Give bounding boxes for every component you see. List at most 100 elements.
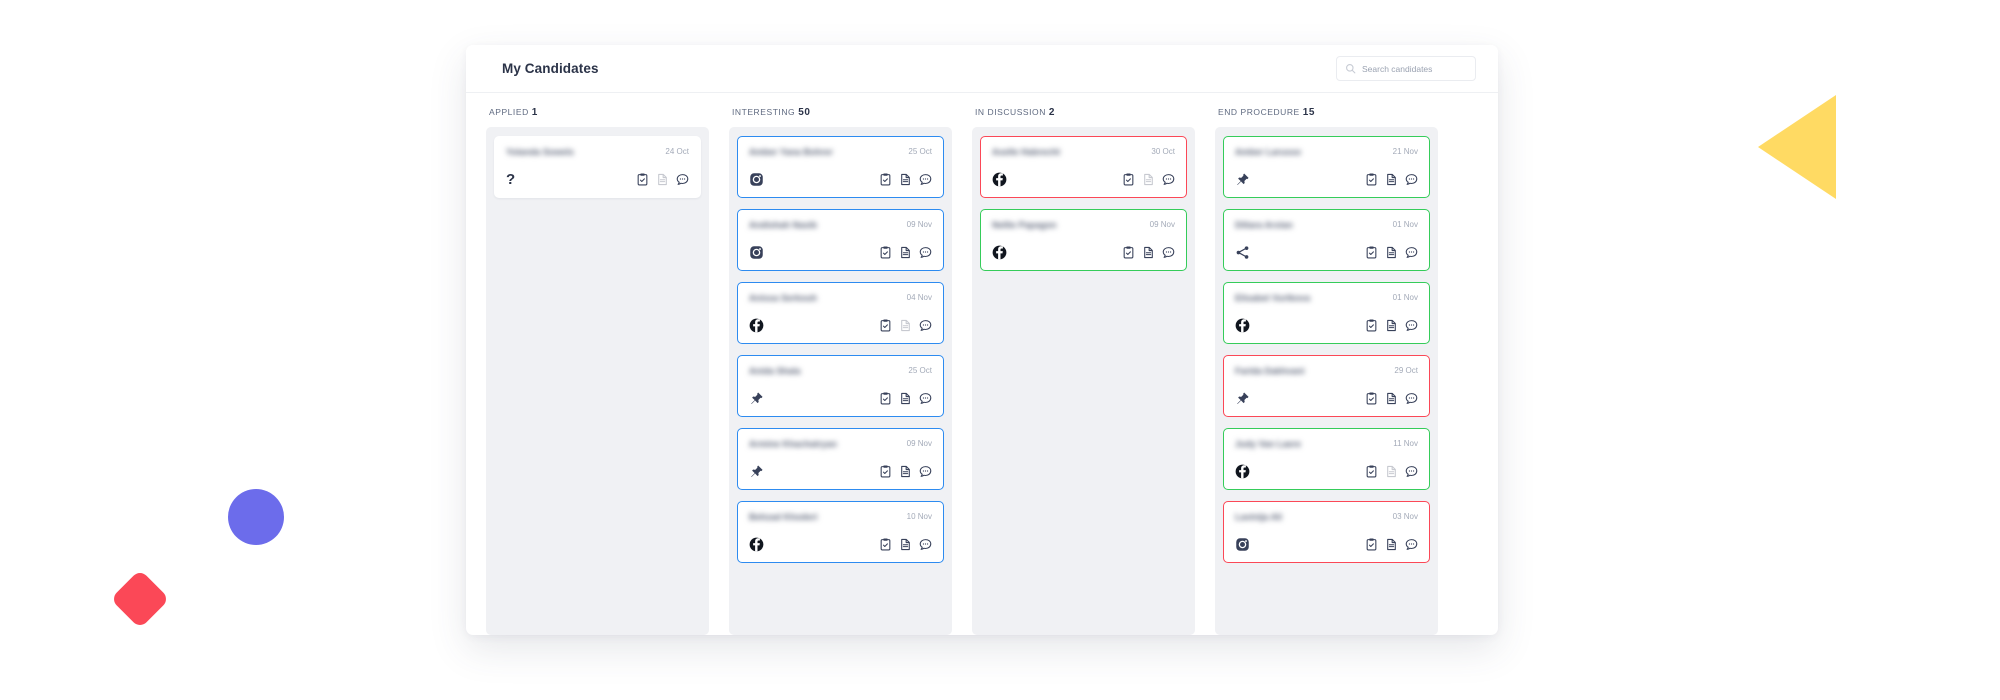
comment-icon[interactable] <box>1162 173 1175 186</box>
clipboard-check-icon[interactable] <box>879 246 892 259</box>
comment-icon[interactable] <box>919 246 932 259</box>
column-count: 2 <box>1048 107 1056 118</box>
document-icon[interactable] <box>899 392 912 405</box>
document-icon[interactable] <box>1385 246 1398 259</box>
document-icon[interactable] <box>899 319 912 332</box>
candidate-card[interactable]: Lavinija Ali 03 Nov <box>1223 501 1430 563</box>
card-top-row: Elisabet Vurtkova 01 Nov <box>1235 292 1418 304</box>
document-icon[interactable] <box>1385 173 1398 186</box>
candidate-date: 25 Oct <box>908 366 932 375</box>
candidate-date: 11 Nov <box>1393 439 1418 448</box>
search-input[interactable] <box>1362 63 1467 74</box>
comment-icon[interactable] <box>1405 465 1418 478</box>
document-icon[interactable] <box>1385 319 1398 332</box>
candidate-name: Armine Khachatryan <box>749 439 838 449</box>
facebook-icon <box>1235 318 1250 333</box>
comment-icon[interactable] <box>919 173 932 186</box>
card-actions <box>879 246 932 259</box>
pin-icon <box>1237 392 1249 404</box>
clipboard-check-icon[interactable] <box>1365 465 1378 478</box>
column-count: 15 <box>1302 107 1316 118</box>
instagram-icon <box>750 246 763 259</box>
clipboard-check-icon[interactable] <box>1122 246 1135 259</box>
card-top-row: Armine Khachatryan 09 Nov <box>749 438 932 450</box>
card-bottom-row <box>749 318 932 333</box>
document-icon[interactable] <box>1385 392 1398 405</box>
comment-icon[interactable] <box>919 465 932 478</box>
comment-icon[interactable] <box>1405 392 1418 405</box>
card-top-row: Yolanda Sowels 24 Oct <box>506 146 689 158</box>
candidate-card[interactable]: Judy Van Laere 11 Nov <box>1223 428 1430 490</box>
document-icon[interactable] <box>1385 465 1398 478</box>
kanban-column: INTERESTING 50 Amber Yana Bohrer 25 Oct Andi… <box>729 107 952 635</box>
candidate-card[interactable]: Nellie Papagon 09 Nov <box>980 209 1187 271</box>
candidate-card[interactable]: Armine Khachatryan 09 Nov <box>737 428 944 490</box>
facebook-icon <box>1235 464 1250 479</box>
column-card-list: Amber Yana Bohrer 25 Oct Andishah Nasib 09 … <box>729 127 952 635</box>
clipboard-check-icon[interactable] <box>1365 319 1378 332</box>
comment-icon[interactable] <box>1405 246 1418 259</box>
document-icon[interactable] <box>899 465 912 478</box>
clipboard-check-icon[interactable] <box>1365 173 1378 186</box>
candidate-card[interactable]: Amber Yana Bohrer 25 Oct <box>737 136 944 198</box>
candidate-card[interactable]: Elisabet Vurtkova 01 Nov <box>1223 282 1430 344</box>
comment-icon[interactable] <box>1162 246 1175 259</box>
document-icon[interactable] <box>899 173 912 186</box>
document-icon[interactable] <box>1142 246 1155 259</box>
comment-icon[interactable] <box>919 538 932 551</box>
clipboard-check-icon[interactable] <box>879 392 892 405</box>
clipboard-check-icon[interactable] <box>1365 246 1378 259</box>
card-actions <box>636 173 689 186</box>
clipboard-check-icon[interactable] <box>879 173 892 186</box>
candidates-panel: My Candidates APPLIED1 Yolanda Sowels 24 O… <box>466 45 1498 635</box>
candidate-date: 10 Nov <box>906 512 932 521</box>
clipboard-check-icon[interactable] <box>1365 538 1378 551</box>
facebook-icon <box>992 172 1007 187</box>
document-icon[interactable] <box>1142 173 1155 186</box>
candidate-card[interactable]: Anissa Serkouh 04 Nov <box>737 282 944 344</box>
document-icon[interactable] <box>899 246 912 259</box>
card-bottom-row <box>749 537 932 552</box>
clipboard-check-icon[interactable] <box>879 538 892 551</box>
card-top-row: Nellie Papagon 09 Nov <box>992 219 1175 231</box>
card-bottom-row <box>1235 245 1418 260</box>
candidate-name: Elisabet Vurtkova <box>1235 293 1311 303</box>
card-bottom-row <box>992 245 1175 260</box>
column-header: APPLIED 1 <box>486 107 709 118</box>
candidate-card[interactable]: Farida Dakhvani 29 Oct <box>1223 355 1430 417</box>
card-actions <box>879 465 932 478</box>
page-title: My Candidates <box>502 61 599 76</box>
clipboard-check-icon[interactable] <box>1365 392 1378 405</box>
comment-icon[interactable] <box>1405 173 1418 186</box>
comment-icon[interactable] <box>1405 538 1418 551</box>
comment-icon[interactable] <box>1405 319 1418 332</box>
clipboard-check-icon[interactable] <box>636 173 649 186</box>
candidate-card[interactable]: Andishah Nasib 09 Nov <box>737 209 944 271</box>
candidate-date: 09 Nov <box>1149 220 1175 229</box>
document-icon[interactable] <box>656 173 669 186</box>
comment-icon[interactable] <box>919 319 932 332</box>
candidate-card[interactable]: Anida Shala 25 Oct <box>737 355 944 417</box>
document-icon[interactable] <box>1385 538 1398 551</box>
panel-header: My Candidates <box>466 45 1498 93</box>
document-icon[interactable] <box>899 538 912 551</box>
card-actions <box>1122 246 1175 259</box>
kanban-board: APPLIED 1 Yolanda Sowels 24 Oct? INTERESTING… <box>466 93 1498 635</box>
candidate-card[interactable]: Diliara Arslan 01 Nov <box>1223 209 1430 271</box>
column-label: IN DISCUSSION <box>975 107 1046 117</box>
candidate-date: 09 Nov <box>906 439 932 448</box>
candidate-name: Nellie Papagon <box>992 220 1057 230</box>
candidate-card[interactable]: Yolanda Sowels 24 Oct? <box>494 136 701 198</box>
clipboard-check-icon[interactable] <box>879 319 892 332</box>
candidate-date: 03 Nov <box>1392 512 1418 521</box>
kanban-column: APPLIED 1 Yolanda Sowels 24 Oct? <box>486 107 709 635</box>
comment-icon[interactable] <box>676 173 689 186</box>
search-box[interactable] <box>1336 56 1476 81</box>
clipboard-check-icon[interactable] <box>1122 173 1135 186</box>
candidate-card[interactable]: Amber Larusso 21 Nov <box>1223 136 1430 198</box>
clipboard-check-icon[interactable] <box>879 465 892 478</box>
comment-icon[interactable] <box>919 392 932 405</box>
candidate-card[interactable]: Behzad Khoderi 10 Nov <box>737 501 944 563</box>
kanban-column: END PROCEDURE 15 Amber Larusso 21 Nov Diliar… <box>1215 107 1438 635</box>
candidate-card[interactable]: Axelle Habrecht 30 Oct <box>980 136 1187 198</box>
